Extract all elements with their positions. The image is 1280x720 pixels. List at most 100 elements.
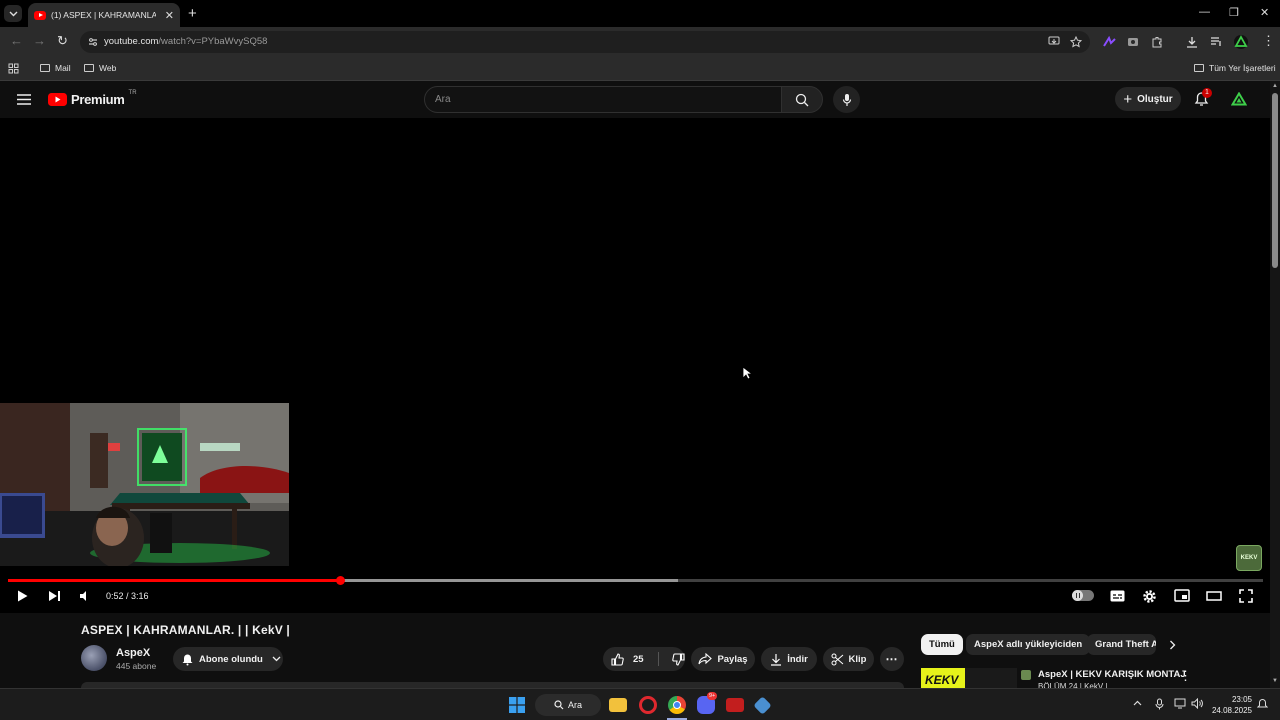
bookmark-star-icon[interactable] <box>1070 36 1082 48</box>
create-button[interactable]: + Oluştur <box>1115 87 1181 111</box>
theater-mode-icon[interactable] <box>1206 591 1222 601</box>
like-icon[interactable] <box>611 652 624 666</box>
dislike-icon[interactable] <box>671 652 685 666</box>
back-icon[interactable]: ← <box>10 33 23 48</box>
filter-chip-uploader[interactable]: AspeX adlı yükleyiciden <box>966 634 1091 655</box>
url-text: youtube.com/watch?v=PYbaWvySQ58 <box>104 36 268 47</box>
filter-chip-all[interactable]: Tümü <box>921 634 963 655</box>
clock-date: 24.08.2025 <box>1211 706 1252 715</box>
more-actions-button[interactable]: ⋯ <box>880 647 904 671</box>
notification-center-icon[interactable] <box>1257 698 1268 710</box>
address-bar[interactable]: youtube.com/watch?v=PYbaWvySQ58 <box>80 31 1090 53</box>
search-icon <box>795 93 809 106</box>
chrome-icon[interactable] <box>668 696 686 714</box>
channel-avatar[interactable] <box>81 645 107 671</box>
youtube-logo[interactable]: Premium TR <box>48 89 137 107</box>
youtube-play-logo-icon <box>48 93 67 106</box>
microphone-icon[interactable] <box>1155 698 1164 710</box>
extension-purple-icon[interactable] <box>1103 36 1116 48</box>
windows-start-icon[interactable] <box>509 697 525 713</box>
discord-icon[interactable]: 9+ <box>697 692 718 714</box>
restore-icon[interactable]: ❐ <box>1229 6 1239 19</box>
opera-gx-icon[interactable] <box>639 696 657 714</box>
logo-region: TR <box>128 89 137 96</box>
notifications-button[interactable]: 1 <box>1194 88 1212 107</box>
channel-watermark[interactable]: KEKV <box>1236 545 1262 571</box>
forward-icon[interactable]: → <box>33 33 46 48</box>
network-icon[interactable] <box>1174 698 1187 709</box>
speaker-icon[interactable] <box>1191 698 1204 709</box>
profile-avatar[interactable] <box>1234 35 1248 49</box>
screenshot-icon[interactable] <box>1127 36 1139 47</box>
system-clock[interactable]: 23:05 24.08.2025 <box>1208 694 1252 716</box>
share-button[interactable]: Paylaş <box>691 647 755 671</box>
install-app-icon[interactable] <box>1048 36 1060 47</box>
extensions-puzzle-icon[interactable] <box>1151 36 1163 48</box>
player-controls: 0:52 / 3:16 <box>0 572 1270 613</box>
app-blue-icon[interactable] <box>753 696 772 715</box>
share-label: Paylaş <box>717 653 748 665</box>
recommendation-thumbnail[interactable]: KEKV <box>921 668 1017 688</box>
page-scrollbar[interactable]: ▲ ▼ <box>1270 81 1280 688</box>
scroll-up-icon[interactable]: ▲ <box>1272 83 1278 89</box>
taskbar-search[interactable]: Ara <box>535 694 601 716</box>
logo-text: Premium <box>71 92 125 107</box>
settings-gear-icon[interactable] <box>1142 589 1157 604</box>
bookmark-mail[interactable]: Mail <box>40 63 71 73</box>
recommendation-title[interactable]: AspeX | KEKV KARIŞIK MONTAJ <box>1038 669 1186 680</box>
file-explorer-icon[interactable] <box>609 698 627 712</box>
folder-icon <box>40 64 50 72</box>
account-avatar-icon[interactable] <box>1231 92 1247 106</box>
tab-search-button[interactable] <box>4 5 22 22</box>
bookmarks-bar: Mail Web Tüm Yer İşaretleri <box>0 57 1280 81</box>
clock-time: 23:05 <box>1231 695 1252 704</box>
played-bar <box>8 579 341 582</box>
close-window-icon[interactable]: ✕ <box>1260 6 1269 19</box>
scrollbar-thumb[interactable] <box>1272 93 1278 268</box>
browser-tab-active[interactable]: (1) ASPEX | KAHRAMANLAR. | | KekV ✕ <box>28 3 180 27</box>
volume-icon[interactable] <box>78 589 92 603</box>
next-video-icon[interactable] <box>48 589 61 603</box>
all-bookmarks[interactable]: Tüm Yer İşaretleri <box>1194 63 1276 73</box>
voice-search-button[interactable] <box>833 86 860 113</box>
clip-button[interactable]: Klip <box>823 647 874 671</box>
like-count[interactable]: 25 <box>633 654 644 665</box>
progress-bar[interactable] <box>8 576 1263 585</box>
tab-title: (1) ASPEX | KAHRAMANLAR. | | KekV <box>51 10 156 20</box>
miniplayer-icon[interactable] <box>1174 589 1190 602</box>
close-tab-icon[interactable]: ✕ <box>165 9 174 22</box>
chevron-right-icon[interactable] <box>1169 640 1176 650</box>
search-input[interactable]: Ara <box>424 86 782 113</box>
downloads-icon[interactable] <box>1186 36 1198 48</box>
browser-menu-icon[interactable]: ⋮ <box>1262 33 1275 49</box>
minimize-icon[interactable]: — <box>1199 6 1210 18</box>
bell-ringing-icon <box>182 654 193 665</box>
bookmark-label: Web <box>99 63 117 73</box>
fullscreen-icon[interactable] <box>1239 589 1253 603</box>
bookmark-label: Mail <box>55 63 71 73</box>
filter-chip-gta[interactable]: Grand Theft A <box>1087 634 1156 655</box>
autoplay-toggle[interactable] <box>1072 590 1094 601</box>
search-button[interactable] <box>781 86 823 113</box>
recommendation-menu-icon[interactable]: ⋮ <box>1179 668 1192 684</box>
media-controls-icon[interactable] <box>1210 36 1223 47</box>
download-icon <box>771 653 782 666</box>
channel-name[interactable]: AspeX <box>116 647 150 659</box>
reload-icon[interactable]: ↻ <box>57 33 68 49</box>
app-red-icon[interactable] <box>726 698 744 712</box>
subtitles-icon[interactable] <box>1110 590 1125 602</box>
share-icon <box>698 653 713 665</box>
play-icon[interactable] <box>16 589 29 603</box>
site-info-icon[interactable] <box>88 37 98 47</box>
bookmark-web[interactable]: Web <box>84 63 116 73</box>
folder-icon <box>1194 64 1204 72</box>
tray-chevron-up-icon[interactable] <box>1133 700 1142 706</box>
apps-grid-icon[interactable] <box>8 63 19 74</box>
new-tab-button[interactable]: + <box>188 5 197 22</box>
download-button[interactable]: İndir <box>761 647 817 671</box>
scroll-down-icon[interactable]: ▼ <box>1272 678 1278 684</box>
video-player[interactable]: KEKV 0:52 / 3:16 <box>0 118 1270 613</box>
hamburger-menu-icon[interactable] <box>17 94 31 105</box>
subscribe-button[interactable]: Abone olundu <box>173 647 283 671</box>
scrubber-handle[interactable] <box>336 576 346 585</box>
